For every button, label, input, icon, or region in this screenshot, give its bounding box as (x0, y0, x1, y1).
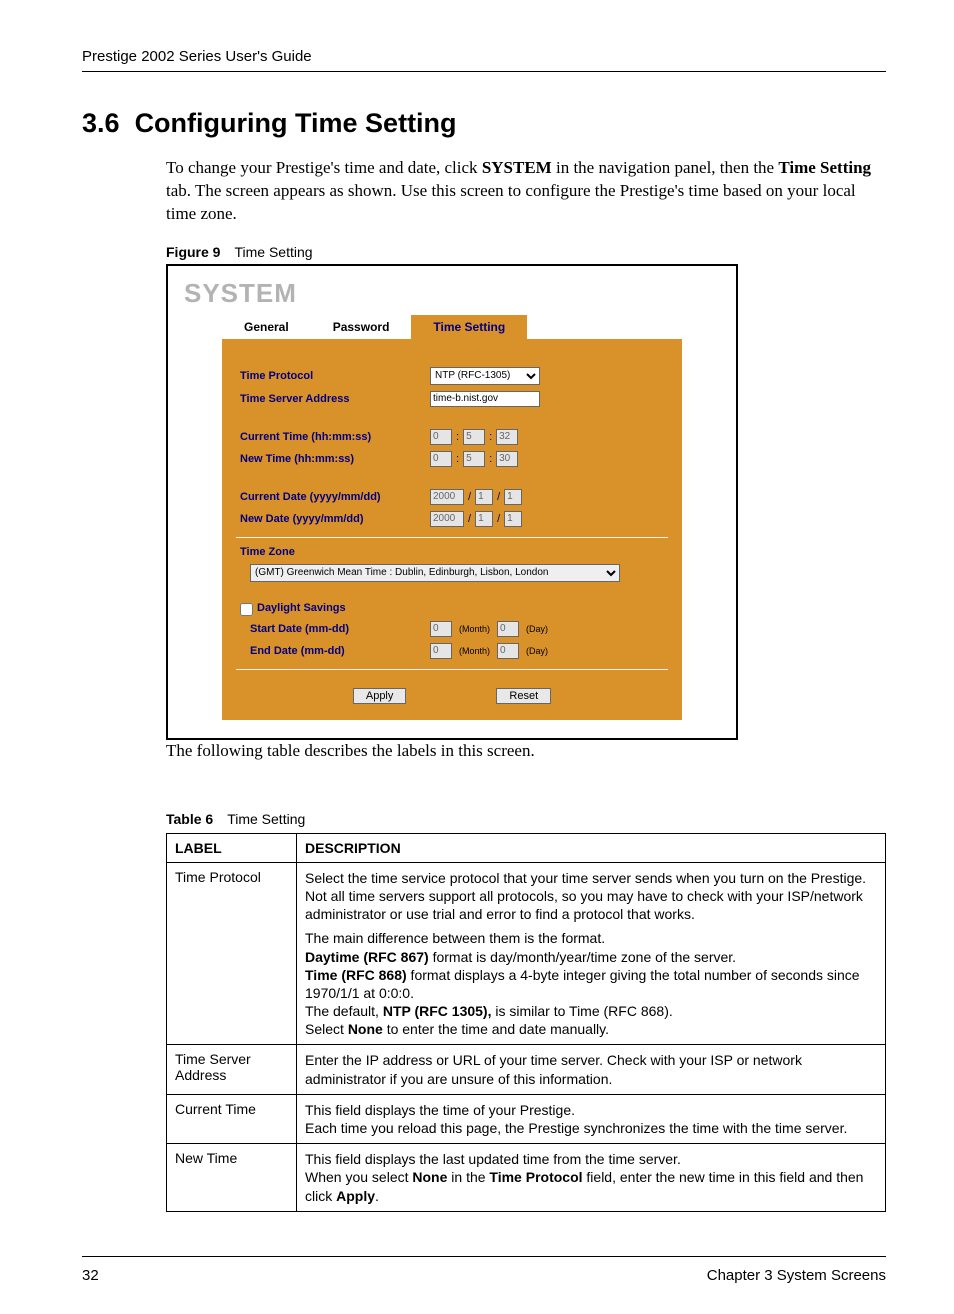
field-cur-ss (496, 429, 518, 445)
label-start-date: Start Date (mm-dd) (240, 623, 430, 635)
th-description: DESCRIPTION (297, 833, 886, 862)
select-time-protocol[interactable]: NTP (RFC-1305) (430, 367, 540, 385)
intro-paragraph: To change your Prestige's time and date,… (166, 157, 886, 226)
field-cur-yyyy (430, 489, 464, 505)
cell-description: This field displays the last updated tim… (297, 1144, 886, 1212)
cell-label: Time Protocol (167, 862, 297, 1045)
field-end-day[interactable] (497, 643, 519, 659)
description-table: LABEL DESCRIPTION Time ProtocolSelect th… (166, 833, 886, 1212)
settings-panel: Time Protocol NTP (RFC-1305) Time Server… (222, 339, 682, 720)
field-start-day[interactable] (497, 621, 519, 637)
field-new-dd[interactable] (504, 511, 522, 527)
field-cur-mo (475, 489, 493, 505)
reset-button[interactable]: Reset (496, 688, 551, 704)
table-row: New TimeThis field displays the last upd… (167, 1144, 886, 1212)
section-heading: 3.6 Configuring Time Setting (82, 108, 886, 139)
label-end-date: End Date (mm-dd) (240, 645, 430, 657)
section-title: Configuring Time Setting (135, 108, 457, 138)
tabs: General Password Time Setting (222, 315, 736, 339)
label-daylight-savings: Daylight Savings (257, 602, 346, 614)
page-number: 32 (82, 1267, 99, 1284)
table-caption: Table 6Time Setting (166, 811, 886, 827)
cell-label: Current Time (167, 1094, 297, 1143)
cell-description: Enter the IP address or URL of your time… (297, 1045, 886, 1094)
heading-time-zone: Time Zone (240, 546, 664, 558)
divider (236, 669, 668, 670)
checkbox-daylight-savings[interactable] (240, 603, 253, 616)
field-cur-dd (504, 489, 522, 505)
tab-password[interactable]: Password (311, 315, 412, 339)
label-new-date: New Date (yyyy/mm/dd) (240, 513, 430, 525)
select-time-zone[interactable]: (GMT) Greenwich Mean Time : Dublin, Edin… (250, 564, 620, 582)
page-footer: 32 Chapter 3 System Screens (82, 1256, 886, 1284)
label-new-time: New Time (hh:mm:ss) (240, 453, 430, 465)
cell-label: Time Server Address (167, 1045, 297, 1094)
field-cur-hh (430, 429, 452, 445)
field-new-mm[interactable] (463, 451, 485, 467)
th-label: LABEL (167, 833, 297, 862)
tab-general[interactable]: General (222, 315, 311, 339)
field-cur-mm (463, 429, 485, 445)
cell-label: New Time (167, 1144, 297, 1212)
label-time-server: Time Server Address (240, 393, 430, 405)
cell-description: Select the time service protocol that yo… (297, 862, 886, 1045)
figure-caption: Figure 9Time Setting (166, 244, 886, 260)
table-row: Current TimeThis field displays the time… (167, 1094, 886, 1143)
screenshot-time-setting: SYSTEM General Password Time Setting Tim… (166, 264, 738, 740)
after-figure-text: The following table describes the labels… (166, 740, 886, 763)
tab-time-setting[interactable]: Time Setting (411, 315, 527, 339)
panel-title: SYSTEM (168, 276, 736, 315)
table-row: Time Server AddressEnter the IP address … (167, 1045, 886, 1094)
divider (236, 537, 668, 538)
field-start-month[interactable] (430, 621, 452, 637)
label-time-protocol: Time Protocol (240, 370, 430, 382)
section-number: 3.6 (82, 108, 120, 138)
field-new-hh[interactable] (430, 451, 452, 467)
label-current-time: Current Time (hh:mm:ss) (240, 431, 430, 443)
field-end-month[interactable] (430, 643, 452, 659)
chapter-label: Chapter 3 System Screens (707, 1267, 886, 1284)
field-new-yyyy[interactable] (430, 511, 464, 527)
apply-button[interactable]: Apply (353, 688, 407, 704)
field-new-mo[interactable] (475, 511, 493, 527)
label-current-date: Current Date (yyyy/mm/dd) (240, 491, 430, 503)
table-row: Time ProtocolSelect the time service pro… (167, 862, 886, 1045)
cell-description: This field displays the time of your Pre… (297, 1094, 886, 1143)
input-time-server[interactable] (430, 391, 540, 407)
field-new-ss[interactable] (496, 451, 518, 467)
running-header: Prestige 2002 Series User's Guide (82, 48, 886, 72)
